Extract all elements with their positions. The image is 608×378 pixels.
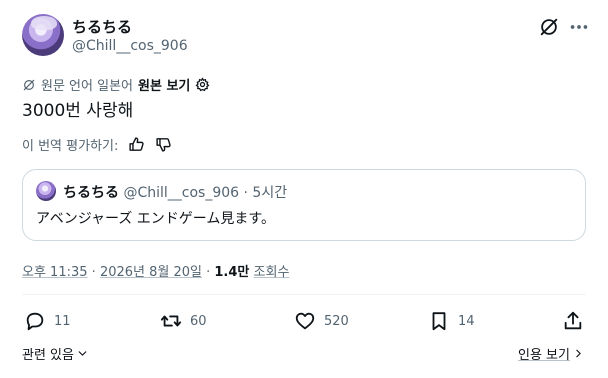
avatar[interactable] — [22, 14, 64, 56]
like-icon — [294, 310, 316, 332]
bookmark-count: 14 — [458, 313, 475, 329]
views-label[interactable]: 조회수 — [254, 265, 290, 280]
tweet-time[interactable]: 오후 11:35 — [22, 265, 88, 280]
meta-separator: · — [87, 265, 100, 280]
reply-icon — [24, 310, 46, 332]
tweet-meta: 오후 11:35 · 2026년 8월 20일 · 1.4만 조회수 — [22, 261, 289, 280]
bookmark-button[interactable]: 14 — [428, 310, 475, 332]
quote-header: ちるちる @Chill__cos_906 · 5시간 — [63, 182, 287, 202]
author-name[interactable]: ちるちる — [72, 16, 132, 37]
tweet-date[interactable]: 2026년 8월 20일 — [100, 265, 202, 280]
quote-avatar[interactable] — [36, 181, 56, 201]
more-icon[interactable] — [568, 16, 590, 38]
quote-author-handle[interactable]: @Chill__cos_906 — [123, 185, 239, 201]
reply-count: 11 — [54, 313, 71, 329]
thumbs-down-icon[interactable] — [155, 136, 172, 153]
chevron-right-icon — [572, 347, 585, 360]
show-original-link[interactable]: 원본 보기 — [138, 75, 190, 94]
share-button[interactable] — [562, 310, 584, 332]
divider — [22, 294, 586, 295]
chevron-down-icon — [76, 347, 89, 360]
translate-icon — [22, 78, 36, 92]
translation-bar: 원문 언어 일본어 원본 보기 — [22, 75, 210, 94]
related-toggle[interactable]: 관련 있음 — [22, 344, 89, 363]
retweet-icon — [160, 310, 182, 332]
quote-text: アベンジャーズ エンドゲーム見ます。 — [36, 211, 275, 227]
views-count: 1.4만 — [214, 265, 250, 280]
quote-view-label: 인용 보기 — [518, 348, 570, 363]
quote-separator: · — [243, 185, 248, 201]
rate-prompt: 이 번역 평가하기: — [22, 139, 119, 154]
bookmark-icon — [428, 310, 450, 332]
author-handle[interactable]: @Chill__cos_906 — [72, 38, 188, 54]
quote-time[interactable]: 5시간 — [252, 185, 287, 201]
quoted-tweet[interactable]: ちるちる @Chill__cos_906 · 5시간 アベンジャーズ エンドゲー… — [22, 169, 586, 241]
tweet-text: 3000번 사랑해 — [22, 101, 134, 121]
share-icon — [562, 310, 584, 332]
meta-separator: · — [201, 265, 215, 280]
quote-view-link[interactable]: 인용 보기 — [518, 344, 585, 363]
thumbs-up-icon[interactable] — [128, 136, 145, 153]
reply-button[interactable]: 11 — [24, 310, 71, 332]
like-button[interactable]: 520 — [294, 310, 349, 332]
translate-off-icon[interactable] — [538, 16, 560, 38]
retweet-count: 60 — [190, 313, 207, 329]
rate-translation: 이 번역 평가하기: — [22, 135, 172, 154]
retweet-button[interactable]: 60 — [160, 310, 207, 332]
quote-author-name[interactable]: ちるちる — [63, 185, 119, 201]
source-language-label: 원문 언어 일본어 — [41, 79, 133, 94]
gear-icon[interactable] — [195, 77, 210, 92]
related-label: 관련 있음 — [22, 348, 74, 363]
like-count: 520 — [324, 313, 349, 329]
